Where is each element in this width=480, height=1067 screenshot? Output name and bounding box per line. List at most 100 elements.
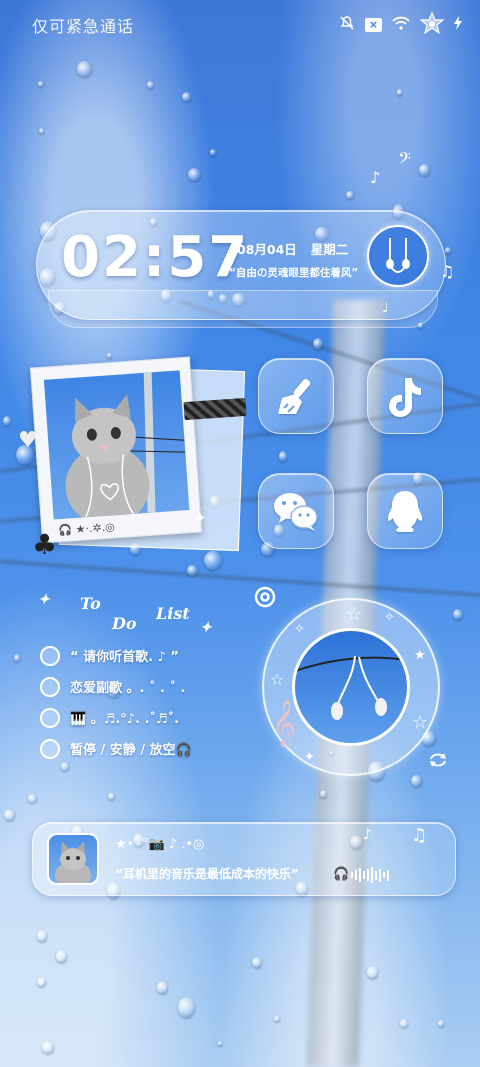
broom-icon	[278, 378, 311, 414]
raindrop	[181, 91, 192, 102]
todo-item[interactable]: “ 请你听首歌. ♪ ”	[40, 640, 240, 671]
clover-icon: ♣	[32, 528, 58, 561]
tiktok-icon	[389, 378, 421, 417]
music-player-bar[interactable]: ★•◦°📷 ♪ .•◎ “耳机里的音乐是最低成本的快乐” 🎧 ♫ ♪	[32, 822, 456, 896]
raindrop	[56, 949, 68, 963]
todo-title: ✦ To Do List ✦	[38, 590, 240, 640]
music-note-icon: 𝄢	[398, 148, 411, 172]
todo-title-word: To	[80, 594, 101, 613]
sparkle-icon: ✦	[200, 620, 212, 636]
raindrop	[41, 1040, 54, 1055]
treble-clef-icon: 𝄞	[272, 700, 296, 746]
todo-checkbox[interactable]	[40, 738, 60, 759]
todo-item-text: 🎹 。♬.°♪. .˚♬˚.	[70, 712, 180, 727]
music-note-icon: ♪	[363, 827, 372, 843]
music-note-icon: ♫	[440, 262, 455, 281]
star-decoration: ✧	[294, 622, 305, 637]
status-bar: 仅可紧急通话 ×	[0, 0, 480, 50]
app-icon-cleaner[interactable]	[258, 358, 334, 434]
todo-title-word: Do	[112, 614, 137, 633]
sparkle-icon: ✦	[38, 592, 50, 608]
wifi-icon	[392, 16, 410, 34]
battery-icon	[419, 11, 445, 38]
raindrop	[38, 127, 44, 135]
clock-quote: “自由の灵魂眼里都住着风”	[229, 267, 359, 279]
raindrop	[108, 792, 116, 801]
raindrop	[453, 609, 464, 620]
earphones-icon	[367, 225, 429, 287]
headphones-icon: 🎧	[333, 867, 350, 882]
raindrop	[411, 774, 423, 788]
music-decoration: ★•◦°📷 ♪ .•◎	[115, 837, 205, 852]
star-decoration: ✧	[384, 610, 395, 625]
polaroid-photo: 🎧 ★·.✲.◎	[30, 356, 202, 544]
todo-item-text: “ 请你听首歌. ♪ ”	[70, 650, 179, 665]
qq-penguin-icon	[387, 491, 423, 532]
raindrop	[3, 808, 15, 821]
raindrop	[274, 1015, 281, 1023]
repeat-icon[interactable]	[428, 750, 448, 775]
todo-widget[interactable]: ✦ To Do List ✦ “ 请你听首歌. ♪ ” 恋爱副歌 。. ˚ . …	[38, 590, 240, 764]
raindrop	[445, 247, 452, 254]
weekday-text: 星期二	[310, 242, 349, 257]
raindrop	[251, 957, 262, 969]
star-decoration: ☆	[412, 712, 429, 733]
raindrop	[319, 789, 327, 798]
app-icon-qq[interactable]	[367, 473, 443, 549]
todo-item[interactable]: 🎹 。♬.°♪. .˚♬˚.	[40, 702, 240, 733]
photo-caption: 🎧 ★·.✲.◎	[58, 520, 116, 538]
raindrop	[13, 654, 21, 662]
raindrop	[38, 80, 45, 88]
raindrop	[178, 996, 195, 1018]
carrier-text: 仅可紧急通话	[32, 17, 135, 36]
music-note-icon: ♩	[382, 300, 389, 316]
raindrop	[28, 794, 37, 803]
todo-checkbox[interactable]	[40, 676, 60, 697]
raindrop	[419, 163, 430, 176]
todo-item[interactable]: 暂停 / 安静 / 放空🎧	[40, 733, 240, 764]
waveform-icon	[351, 867, 389, 883]
music-quote: “耳机里的音乐是最低成本的快乐”	[115, 867, 299, 881]
raindrop	[209, 149, 216, 156]
album-cat-photo[interactable]	[47, 833, 99, 885]
app-icon-wechat[interactable]	[258, 473, 334, 549]
raindrop	[396, 88, 403, 96]
heart-charm-icon: ♥	[18, 428, 38, 453]
photo-widget[interactable]: 🎧 ★·.✲.◎ ♥ ♣ ✦	[18, 356, 247, 561]
raindrop	[366, 965, 378, 979]
raindrop	[346, 190, 354, 199]
star-decoration: ☆	[270, 670, 285, 689]
raindrop	[3, 416, 11, 427]
todo-title-word: List	[156, 604, 190, 623]
music-note-icon: ♫	[411, 825, 428, 846]
raindrop	[400, 1018, 408, 1029]
raindrop	[37, 976, 47, 987]
todo-checkbox[interactable]	[40, 645, 60, 666]
raindrop	[187, 167, 201, 182]
mute-icon	[339, 15, 355, 35]
wechat-icon	[274, 493, 318, 531]
sparkle-icon: ✦	[192, 508, 208, 529]
star-decoration: ★	[414, 648, 426, 663]
app-icon-tiktok[interactable]	[367, 358, 443, 434]
cat-photo	[43, 370, 190, 520]
clock-time: 02:57	[61, 225, 250, 290]
raindrop	[217, 1040, 223, 1046]
music-app-icon[interactable]	[254, 586, 276, 613]
raindrop	[157, 980, 168, 994]
todo-checkbox[interactable]	[40, 707, 60, 728]
todo-item-text: 恋爱副歌 。. ˚ . ˚ .	[70, 681, 186, 696]
raindrop	[437, 1020, 445, 1027]
star-decoration: ☆	[346, 604, 363, 625]
raindrop	[146, 81, 154, 90]
clock-date: 08月04日 星期二	[237, 239, 362, 258]
music-disc-widget[interactable]: ☆ ☆ ★ ☆ ✦ ✧ ✧	[262, 598, 440, 776]
sim-disabled-icon: ×	[365, 18, 382, 32]
star-decoration: ✦	[304, 750, 315, 765]
raindrop	[313, 338, 323, 350]
charging-icon	[454, 16, 462, 34]
earphones-on-wire-photo	[292, 628, 410, 746]
todo-item-text: 暂停 / 安静 / 放空🎧	[70, 743, 192, 758]
raindrop	[279, 451, 288, 462]
todo-item[interactable]: 恋爱副歌 。. ˚ . ˚ .	[40, 671, 240, 702]
